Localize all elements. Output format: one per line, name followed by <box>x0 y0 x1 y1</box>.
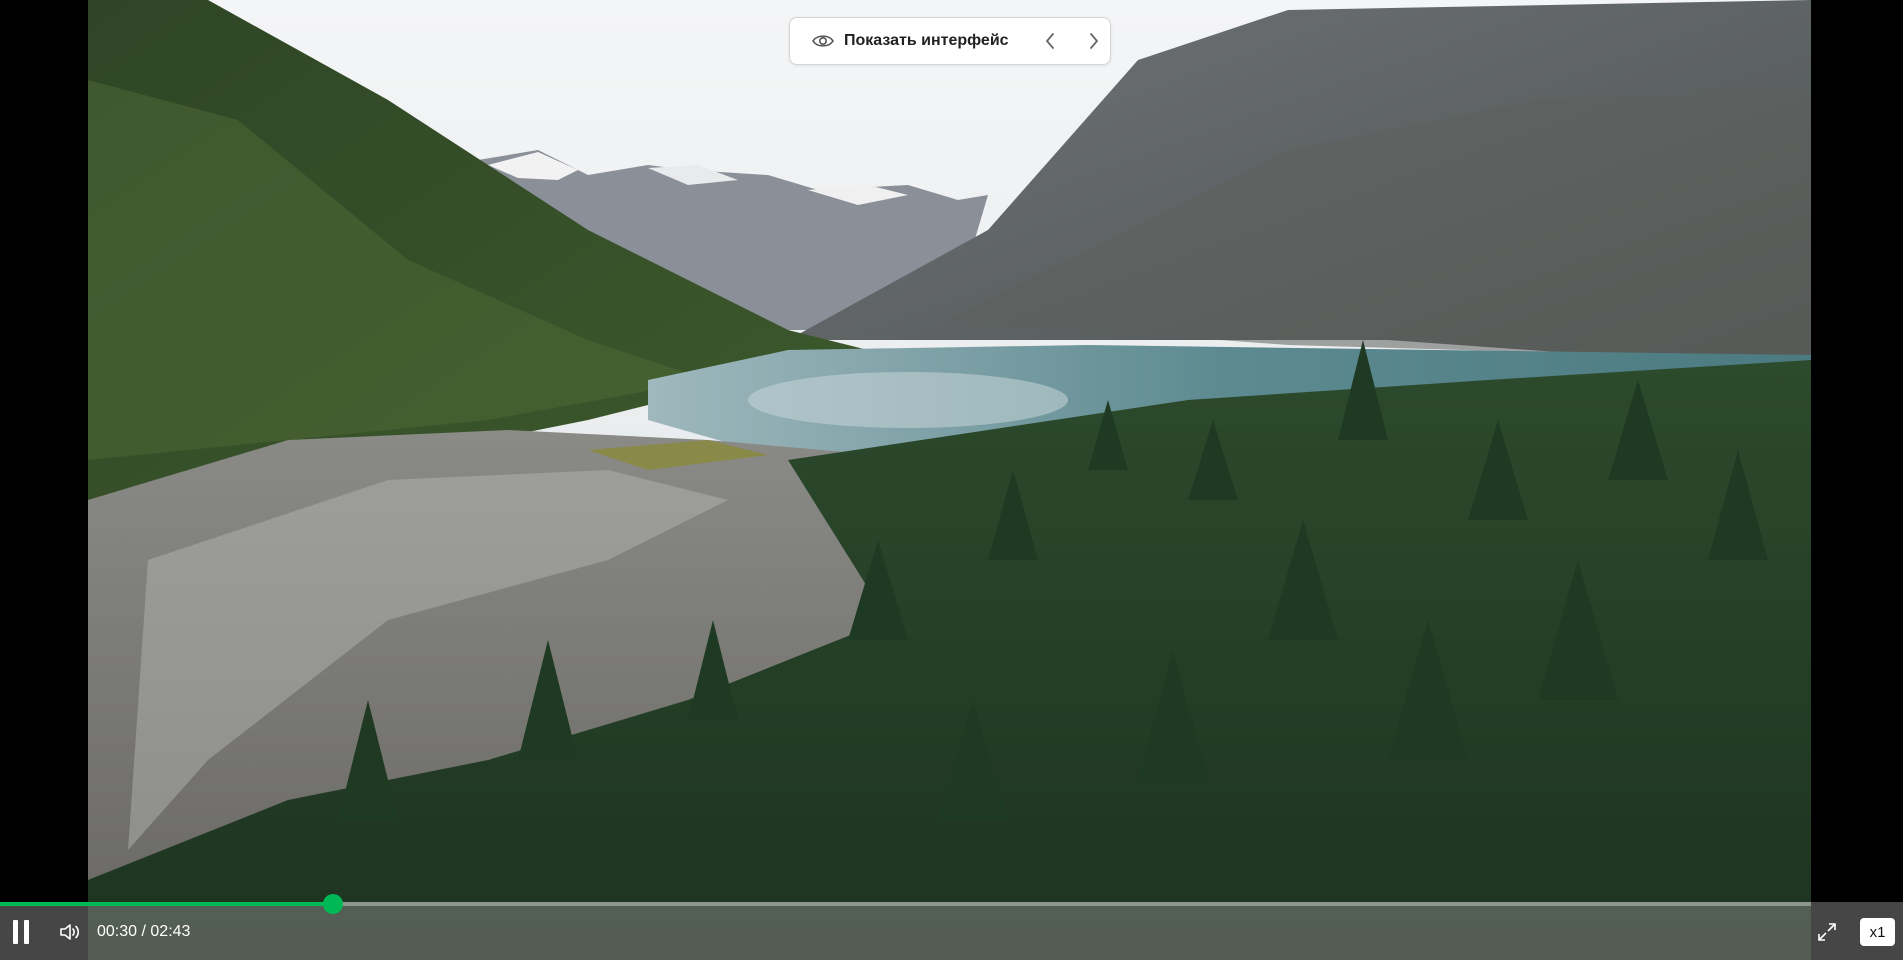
playback-speed-button[interactable]: x1 <box>1860 918 1895 946</box>
video-frame[interactable] <box>88 0 1811 960</box>
player-controls: 00:30 / 02:43 x1 <box>0 894 1903 960</box>
chevron-right-icon <box>1089 33 1098 49</box>
pause-button[interactable] <box>3 914 39 950</box>
progress-bar[interactable] <box>0 894 1811 914</box>
pause-icon <box>13 920 18 944</box>
volume-button[interactable] <box>53 915 87 949</box>
show-interface-button[interactable]: Показать интерфейс <box>790 18 1009 64</box>
chevron-left-icon <box>1045 33 1054 49</box>
landscape-video-image <box>88 0 1811 960</box>
total-duration: 02:43 <box>150 923 191 940</box>
time-separator: / <box>137 923 151 940</box>
eye-icon <box>812 30 834 52</box>
next-button[interactable] <box>1079 26 1109 56</box>
time-display: 00:30 / 02:43 <box>97 923 190 941</box>
volume-icon <box>60 924 80 940</box>
progress-handle[interactable] <box>323 894 343 914</box>
interface-toggle-panel: Показать интерфейс <box>789 17 1111 65</box>
current-time: 00:30 <box>97 923 138 940</box>
previous-button[interactable] <box>1035 26 1065 56</box>
fullscreen-icon <box>1818 923 1836 941</box>
video-player[interactable]: Показать интерфейс 00:30 / 02:43 x1 <box>0 0 1903 960</box>
progress-fill <box>0 902 333 906</box>
fullscreen-button[interactable] <box>1812 917 1842 947</box>
show-interface-label: Показать интерфейс <box>844 32 1009 49</box>
